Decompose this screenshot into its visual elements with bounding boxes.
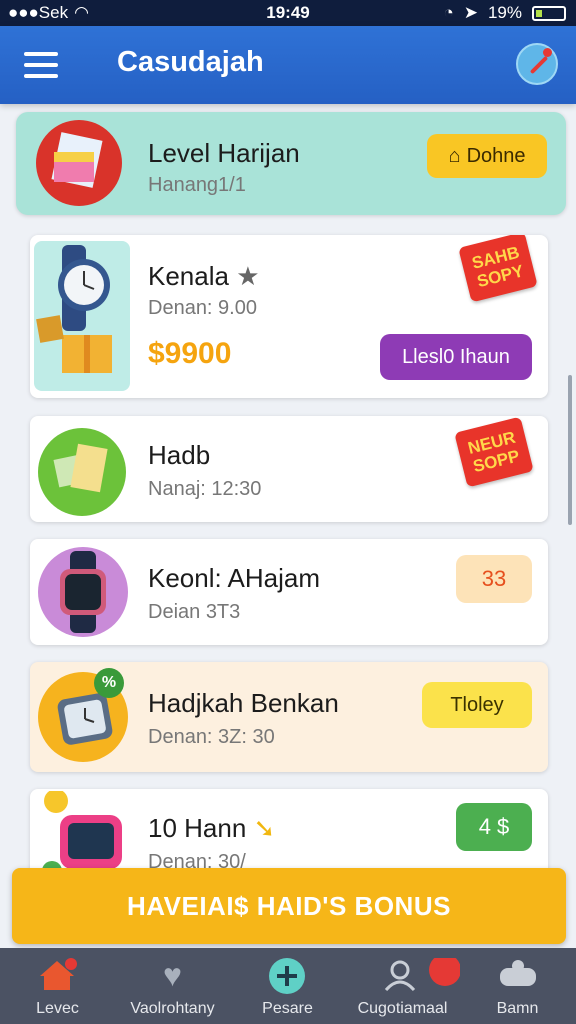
nav-item-favorites[interactable]: ♥ Vaolrohtany xyxy=(115,948,230,1024)
smartwatch-thumbnail-icon xyxy=(38,547,128,637)
battery-icon xyxy=(532,5,566,21)
item-title: Hadjkah Benkan xyxy=(148,688,339,718)
item-badge[interactable]: 33 xyxy=(456,555,532,603)
nav-label: Pesare xyxy=(262,1000,313,1017)
nav-item-add[interactable]: Pesare xyxy=(230,948,345,1024)
app-bar: Casudajah xyxy=(0,26,576,104)
item-subtitle: Deian 3T3 xyxy=(148,601,241,623)
item-title: Keonl: AHajam xyxy=(148,563,320,593)
crown-icon: ⌂ xyxy=(448,144,461,167)
page-title: Casudajah xyxy=(117,46,264,78)
discount-icon: % xyxy=(94,668,124,698)
plus-icon xyxy=(230,958,345,994)
sale-stamp: NEUR SOPP xyxy=(454,416,534,488)
status-bar: ●●●Sek ◠ 19:49 ◔ ➤ 19% xyxy=(0,0,576,26)
featured-title: Level Harijan xyxy=(148,138,300,168)
gift-thumbnail-icon xyxy=(36,120,122,206)
featured-card[interactable]: Level Harijan Hanang1/1 ⌂ Dohne xyxy=(16,112,566,215)
item-subtitle: Denan: 3Z: 30 xyxy=(148,726,275,748)
item-title: 10 Hann ➘ xyxy=(148,813,276,843)
nav-item-games[interactable]: Bamn xyxy=(460,948,575,1024)
nav-label: Bamn xyxy=(496,1000,539,1017)
money-thumbnail-icon xyxy=(38,428,126,516)
item-action-button[interactable]: Tloley xyxy=(422,682,532,728)
list-item[interactable]: % Hadjkah Benkan Denan: 3Z: 30 Tloley xyxy=(30,662,548,772)
watch-gift-thumbnail-icon xyxy=(34,241,130,391)
nav-label: Vaolrohtany xyxy=(130,1000,215,1017)
item-price: $9900 xyxy=(148,337,232,370)
item-subtitle: Denan: 9.00 xyxy=(148,297,257,319)
menu-icon[interactable] xyxy=(24,52,58,78)
nav-label: Levec xyxy=(36,1000,79,1017)
star-icon: ★ xyxy=(236,261,260,291)
list-item[interactable]: Hadb Nanaj: 12:30 NEUR SOPP xyxy=(30,416,548,522)
nav-item-profile[interactable]: Cugotiamaal xyxy=(345,948,461,1024)
item-action-button[interactable]: Llesl0 Ihaun xyxy=(380,334,532,380)
list-item[interactable]: Keonl: AHajam Deian 3T3 33 xyxy=(30,539,548,645)
nav-item-home[interactable]: Levec xyxy=(0,948,115,1024)
bottom-nav: Levec ♥ Vaolrohtany Pesare Cugotiamaal B… xyxy=(0,948,576,1024)
battery-percent: 19% xyxy=(487,3,522,22)
sale-stamp: SAHB SOPY xyxy=(458,235,538,303)
status-right: ◔ ➤ 19% xyxy=(443,3,566,23)
item-title: Kenala ★ xyxy=(148,261,260,291)
featured-action-button[interactable]: ⌂ Dohne xyxy=(427,134,547,178)
user-icon xyxy=(345,954,461,992)
scrollbar[interactable] xyxy=(568,375,572,525)
item-subtitle: Nanaj: 12:30 xyxy=(148,478,262,500)
alarm-icon: ◔ xyxy=(443,3,454,22)
item-badge[interactable]: 4 $ xyxy=(456,803,532,851)
bonus-button[interactable]: HAVEIAI$ HAID'S BONUS xyxy=(12,868,566,944)
item-title: Hadb xyxy=(148,440,211,470)
gamepad-icon xyxy=(460,958,575,992)
home-icon xyxy=(0,958,115,992)
list-item[interactable]: Kenala ★ Denan: 9.00 $9900 SAHB SOPY Lle… xyxy=(30,235,548,398)
notification-badge-icon[interactable] xyxy=(516,43,558,85)
tag-icon: ➘ xyxy=(253,813,276,843)
featured-action-label: Dohne xyxy=(466,144,526,167)
location-icon: ➤ xyxy=(463,3,478,22)
nav-label: Cugotiamaal xyxy=(357,1000,448,1017)
featured-subtitle: Hanang1/1 xyxy=(148,174,246,196)
heart-icon: ♥ xyxy=(163,957,182,993)
